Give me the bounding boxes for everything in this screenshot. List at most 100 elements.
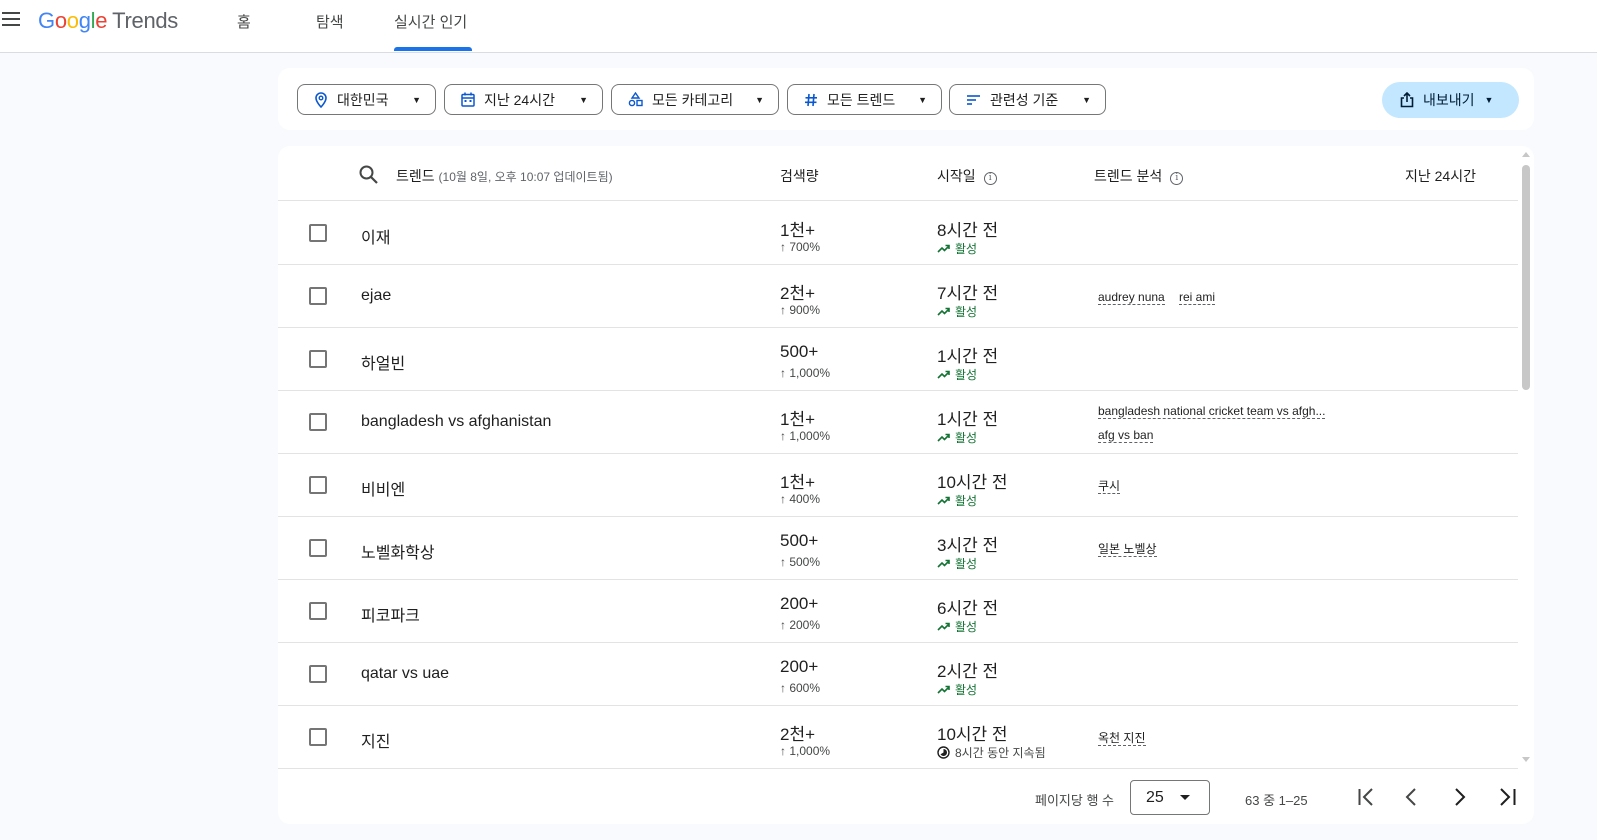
search-volume: 500+	[780, 342, 819, 361]
info-icon[interactable]: i	[983, 172, 997, 185]
pagination-bar: 페이지당 행 수 25 63 중 1–25	[278, 768, 1518, 824]
sort-filter-label: 관련성 기준	[990, 91, 1059, 108]
status-badge: 활성	[937, 618, 977, 635]
last-page-icon[interactable]	[1495, 785, 1519, 809]
top-bar: Google Trends 홈 탐색 실시간 인기	[0, 0, 1597, 53]
row-checkbox[interactable]	[309, 287, 327, 305]
status-label: 8시간 동안 지속됨	[955, 746, 1046, 760]
search-icon[interactable]	[359, 165, 378, 184]
menu-icon[interactable]	[2, 12, 20, 28]
scroll-up-arrow-icon[interactable]	[1522, 152, 1530, 157]
google-trends-logo[interactable]: Google Trends	[38, 8, 178, 34]
volume-change: ↑ 200%	[780, 618, 821, 632]
trend-name[interactable]: 하얼빈	[361, 350, 405, 374]
scrollbar-thumb[interactable]	[1522, 165, 1530, 390]
started-time: 8시간 전	[937, 221, 999, 240]
trend-name[interactable]: qatar vs uae	[361, 665, 449, 683]
table-row[interactable]: ejae 2천+ ↑ 900% 7시간 전 활성 audrey nuna rei ami	[278, 265, 1518, 328]
trend-name[interactable]: ejae	[361, 287, 391, 305]
volume-change: ↑ 700%	[780, 240, 821, 254]
sort-filter[interactable]: 관련성 기준 ▼	[949, 84, 1106, 115]
row-checkbox[interactable]	[309, 224, 327, 242]
breakdown-chip[interactable]: 쿠시	[1098, 479, 1121, 494]
row-checkbox[interactable]	[309, 476, 327, 494]
row-checkbox[interactable]	[309, 413, 327, 431]
tab-trending-now[interactable]: 실시간 인기	[394, 11, 467, 32]
volume-change: ↑ 1,000%	[780, 429, 831, 443]
started-time: 6시간 전	[937, 599, 999, 618]
status-label: 활성	[955, 557, 978, 571]
status-badge: 활성	[937, 366, 977, 383]
trends-table: 트렌드 (10월 8일, 오후 10:07 업데이트됨) 검색량 시작일 i 트렌…	[278, 146, 1534, 824]
breakdown-chip[interactable]: bangladesh national cricket team vs afgh…	[1098, 404, 1326, 419]
status-label: 활성	[955, 494, 978, 508]
breakdown-chip[interactable]: 옥천 지진	[1098, 731, 1146, 746]
first-page-icon[interactable]	[1355, 785, 1379, 809]
caret-down-icon: ▼	[1484, 95, 1494, 105]
trend-name[interactable]: 노벨화학상	[361, 539, 435, 563]
export-button[interactable]: 내보내기 ▼	[1382, 82, 1519, 118]
table-row[interactable]: qatar vs uae 200+ ↑ 600% 2시간 전 활성	[278, 643, 1518, 706]
page-range: 63 중 1–25	[1245, 793, 1308, 808]
scroll-down-arrow-icon[interactable]	[1522, 757, 1530, 762]
trending-up-icon	[937, 685, 950, 694]
table-row[interactable]: bangladesh vs afghanistan 1천+ ↑ 1,000% 1시간 …	[278, 391, 1518, 454]
search-volume: 1천+	[780, 221, 816, 240]
time-filter[interactable]: 지난 24시간 ▼	[444, 84, 603, 115]
table-row[interactable]: 이재 1천+ ↑ 700% 8시간 전 활성	[278, 202, 1518, 265]
previous-page-icon[interactable]	[1400, 785, 1424, 809]
trending-up-icon	[937, 433, 950, 442]
rows-per-page-select[interactable]: 25	[1130, 780, 1210, 815]
search-volume: 200+	[780, 657, 819, 676]
caret-down-icon: ▼	[1082, 94, 1091, 105]
breakdown-chip[interactable]: audrey nuna	[1098, 290, 1165, 305]
row-checkbox[interactable]	[309, 728, 327, 746]
row-checkbox[interactable]	[309, 602, 327, 620]
trend-type-filter[interactable]: 모든 트렌드 ▼	[787, 84, 942, 115]
time-filter-label: 지난 24시간	[484, 91, 555, 108]
trend-name[interactable]: 피코파크	[361, 602, 420, 626]
location-filter[interactable]: 대한민국 ▼	[297, 84, 436, 115]
breakdown-chip[interactable]: afg vs ban	[1098, 428, 1154, 443]
share-upload-icon	[1400, 92, 1414, 108]
search-volume: 500+	[780, 531, 819, 550]
row-checkbox[interactable]	[309, 665, 327, 683]
trends-header-label: 트렌드	[396, 168, 435, 184]
trend-name[interactable]: 비비엔	[361, 476, 405, 500]
category-filter[interactable]: 모든 카테고리 ▼	[611, 84, 779, 115]
volume-column-header[interactable]: 검색량	[780, 166, 819, 186]
trend-name[interactable]: 이재	[361, 224, 390, 248]
breakdown-chip[interactable]: rei ami	[1179, 290, 1216, 305]
status-badge: 8시간 동안 지속됨	[937, 744, 1046, 761]
table-row[interactable]: 하얼빈 500+ ↑ 1,000% 1시간 전 활성	[278, 328, 1518, 391]
started-header-label: 시작일	[937, 168, 976, 184]
trend-name[interactable]: bangladesh vs afghanistan	[361, 413, 551, 431]
next-page-icon[interactable]	[1447, 785, 1471, 809]
breakdown-column-header: 트렌드 분석 i	[1094, 166, 1184, 186]
status-badge: 활성	[937, 492, 977, 509]
search-volume: 200+	[780, 594, 819, 613]
row-checkbox[interactable]	[309, 539, 327, 557]
trending-up-icon	[937, 559, 950, 568]
trends-column-header[interactable]: 트렌드 (10월 8일, 오후 10:07 업데이트됨)	[396, 166, 613, 186]
status-badge: 활성	[937, 429, 977, 446]
caret-down-icon: ▼	[579, 94, 588, 105]
started-column-header[interactable]: 시작일 i	[937, 166, 997, 186]
table-row[interactable]: 비비엔 1천+ ↑ 400% 10시간 전 활성 쿠시	[278, 454, 1518, 517]
table-row[interactable]: 피코파크 200+ ↑ 200% 6시간 전 활성	[278, 580, 1518, 643]
started-time: 2시간 전	[937, 662, 999, 681]
tab-home[interactable]: 홈	[237, 11, 251, 32]
row-checkbox[interactable]	[309, 350, 327, 368]
trend-name[interactable]: 지진	[361, 728, 390, 752]
info-icon[interactable]: i	[1170, 172, 1184, 185]
caret-down-icon: ▼	[918, 94, 927, 105]
volume-change: ↑ 1,000%	[780, 366, 831, 380]
status-badge: 활성	[937, 303, 977, 320]
table-row[interactable]: 지진 2천+ ↑ 1,000% 10시간 전 8시간 동안 지속됨 옥천 지진	[278, 706, 1518, 769]
location-filter-label: 대한민국	[337, 91, 389, 108]
table-row[interactable]: 노벨화학상 500+ ↑ 500% 3시간 전 활성 일본 노벨상	[278, 517, 1518, 580]
breakdown-chip[interactable]: 일본 노벨상	[1098, 542, 1157, 557]
caret-down-icon: ▼	[755, 94, 764, 105]
tab-explore[interactable]: 탐색	[316, 11, 344, 32]
rows-per-page-label: 페이지당 행 수	[1035, 793, 1114, 808]
